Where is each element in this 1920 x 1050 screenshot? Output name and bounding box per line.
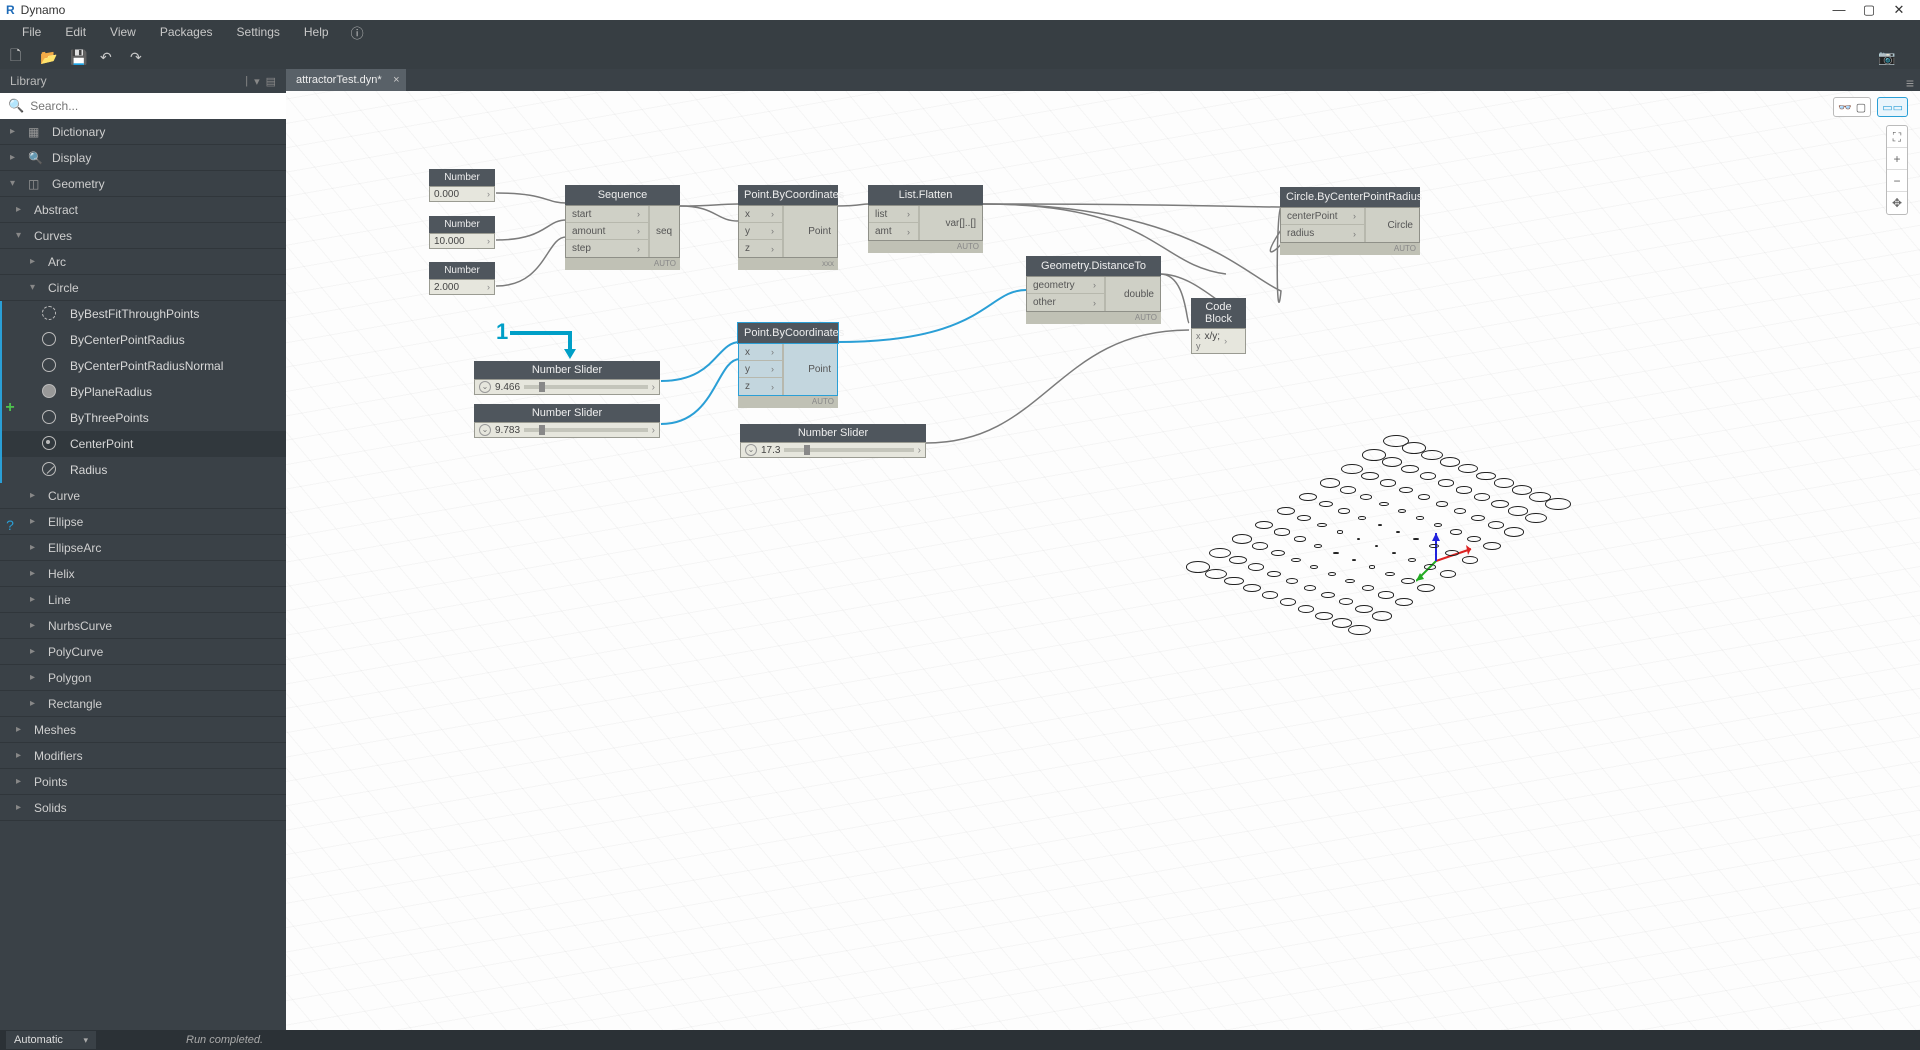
lib-node-bycenterpointradius[interactable]: ByCenterPointRadius <box>0 327 286 353</box>
lib-cat-rectangle[interactable]: ▸Rectangle <box>0 691 286 717</box>
lib-cat-display[interactable]: ▸🔍Display <box>0 145 286 171</box>
window-title: Dynamo <box>21 3 66 17</box>
lib-cat-curves[interactable]: ▾Curves <box>0 223 286 249</box>
lib-cat-solids[interactable]: ▸Solids <box>0 795 286 821</box>
lib-cat-dictionary[interactable]: ▸▦Dictionary <box>0 119 286 145</box>
library-search[interactable]: 🔍 <box>0 93 286 119</box>
close-button[interactable]: ✕ <box>1884 0 1914 20</box>
menubar: File Edit View Packages Settings Help ⓘ <box>0 20 1920 45</box>
node-distanceto[interactable]: Geometry.DistanceTo geometry› other› dou… <box>1026 256 1161 324</box>
lib-node-radius[interactable]: Radius <box>0 457 286 483</box>
node-number-3[interactable]: Number 2.000› <box>429 262 495 295</box>
lib-cat-abstract[interactable]: ▸Abstract <box>0 197 286 223</box>
lib-node-centerpoint[interactable]: CenterPoint <box>0 431 286 457</box>
undo-icon[interactable]: ↶ <box>100 49 130 66</box>
node-slider-2[interactable]: Number Slider ⌄ 9.783 › <box>474 404 660 438</box>
workspace[interactable]: attractorTest.dyn* × ≡ 👓▢ ▭▭ ⛶ + − ✥ <box>286 69 1920 1030</box>
pan-button[interactable]: ✥ <box>1887 192 1907 214</box>
zoom-out-button[interactable]: − <box>1887 170 1907 192</box>
maximize-button[interactable]: ▢ <box>1854 0 1884 20</box>
graph-icon: ▭▭ <box>1882 101 1903 114</box>
node-sequence[interactable]: Sequence start› amount› step› seq AUTO <box>565 185 680 270</box>
glasses-icon: 👓 <box>1838 101 1852 114</box>
view-graph-button[interactable]: ▭▭ <box>1877 97 1908 117</box>
zoom-fit-button[interactable]: ⛶ <box>1887 126 1907 148</box>
lib-view-icon[interactable]: ▤ <box>266 75 276 88</box>
menu-edit[interactable]: Edit <box>53 20 98 45</box>
lib-node-byplaneradius[interactable]: ByPlaneRadius <box>0 379 286 405</box>
save-icon[interactable]: 💾 <box>70 49 100 66</box>
slider-expand-icon[interactable]: ⌄ <box>479 424 491 436</box>
lib-cat-nurbscurve[interactable]: ▸NurbsCurve <box>0 613 286 639</box>
lib-cat-ellipsearc[interactable]: ▸EllipseArc <box>0 535 286 561</box>
node-circle[interactable]: Circle.ByCenterPointRadius centerPoint› … <box>1280 187 1420 255</box>
info-icon[interactable]: ⓘ <box>351 23 371 42</box>
tab-active[interactable]: attractorTest.dyn* × <box>286 69 406 91</box>
lib-cat-modifiers[interactable]: ▸Modifiers <box>0 743 286 769</box>
cube-icon: ▢ <box>1856 101 1866 114</box>
menu-packages[interactable]: Packages <box>148 20 225 45</box>
node-slider-1[interactable]: Number Slider ⌄ 9.466 › <box>474 361 660 395</box>
library-header: Library | ▾ ▤ <box>0 69 286 93</box>
chevron-down-icon: ▾ <box>83 1035 88 1046</box>
axis-gizmo <box>1416 531 1496 591</box>
node-slider-3[interactable]: Number Slider ⌄ 17.3 › <box>740 424 926 458</box>
node-pointbycoords-1[interactable]: Point.ByCoordinates x› y› z› Point xxx <box>738 185 838 270</box>
toolbar: 🗋 📂 💾 ↶ ↷ 📷 <box>0 45 1920 69</box>
zoom-bar: ⛶ + − ✥ <box>1886 125 1908 215</box>
zoom-in-button[interactable]: + <box>1887 148 1907 170</box>
node-pointbycoords-2[interactable]: Point.ByCoordinates x› y› z› Point AUTO <box>738 323 838 408</box>
geometry-preview <box>1226 431 1786 851</box>
lib-cat-circle[interactable]: ▾Circle <box>0 275 286 301</box>
search-input[interactable] <box>30 99 278 113</box>
lib-cat-polycurve[interactable]: ▸PolyCurve <box>0 639 286 665</box>
redo-icon[interactable]: ↷ <box>130 49 160 66</box>
lib-cat-geometry[interactable]: ▾◫Geometry <box>0 171 286 197</box>
view-toggle-bar: 👓▢ ▭▭ <box>1833 97 1908 117</box>
menu-settings[interactable]: Settings <box>225 20 292 45</box>
view-3d-button[interactable]: 👓▢ <box>1833 97 1871 117</box>
titlebar: R Dynamo — ▢ ✕ <box>0 0 1920 20</box>
lib-cat-polygon[interactable]: ▸Polygon <box>0 665 286 691</box>
run-mode-selector[interactable]: Automatic ▾ <box>6 1031 96 1049</box>
annotation-1: 1 <box>496 319 508 345</box>
lib-filter-icon[interactable]: ▾ <box>254 75 260 88</box>
lib-cat-curve[interactable]: ▸Curve <box>0 483 286 509</box>
lib-cat-line[interactable]: ▸Line <box>0 587 286 613</box>
slider-expand-icon[interactable]: ⌄ <box>745 444 757 456</box>
tab-menu-icon[interactable]: ≡ <box>1906 75 1920 91</box>
lib-cat-meshes[interactable]: ▸Meshes <box>0 717 286 743</box>
help-icon[interactable]: ? <box>6 517 14 533</box>
lib-cat-arc[interactable]: ▸Arc <box>0 249 286 275</box>
new-icon[interactable]: 🗋 <box>10 45 40 69</box>
open-icon[interactable]: 📂 <box>40 49 70 66</box>
search-icon: 🔍 <box>8 98 24 114</box>
lib-sort-icon[interactable]: | <box>245 75 248 87</box>
lib-cat-helix[interactable]: ▸Helix <box>0 561 286 587</box>
node-number-1[interactable]: Number 0.000› <box>429 169 495 202</box>
lib-node-bybestfit[interactable]: ByBestFitThroughPoints <box>0 301 286 327</box>
node-number-2[interactable]: Number 10.000› <box>429 216 495 249</box>
menu-view[interactable]: View <box>98 20 148 45</box>
library-panel: Library | ▾ ▤ 🔍 + ? ▸▦Dictionary ▸🔍Displ… <box>0 69 286 1030</box>
tabbar: attractorTest.dyn* × ≡ <box>286 69 1920 91</box>
lib-cat-points[interactable]: ▸Points <box>0 769 286 795</box>
lib-node-bycenterpointradiusnormal[interactable]: ByCenterPointRadiusNormal <box>0 353 286 379</box>
lib-node-bythreepoints[interactable]: ByThreePoints <box>0 405 286 431</box>
slider-expand-icon[interactable]: ⌄ <box>479 381 491 393</box>
menu-file[interactable]: File <box>10 20 53 45</box>
status-message: Run completed. <box>186 1034 263 1046</box>
screenshot-icon[interactable]: 📷 <box>1878 49 1908 66</box>
menu-help[interactable]: Help <box>292 20 341 45</box>
library-gutter: + ? <box>0 399 20 533</box>
add-icon[interactable]: + <box>5 399 14 417</box>
minimize-button[interactable]: — <box>1824 0 1854 20</box>
app-logo: R <box>6 3 15 17</box>
node-listflatten[interactable]: List.Flatten list› amt› var[]..[] AUTO <box>868 185 983 253</box>
statusbar: Automatic ▾ Run completed. <box>0 1030 1920 1050</box>
tab-close-icon[interactable]: × <box>393 74 399 86</box>
node-codeblock[interactable]: Code Block x y x/y; › <box>1191 298 1246 354</box>
lib-cat-ellipse[interactable]: ▸Ellipse <box>0 509 286 535</box>
